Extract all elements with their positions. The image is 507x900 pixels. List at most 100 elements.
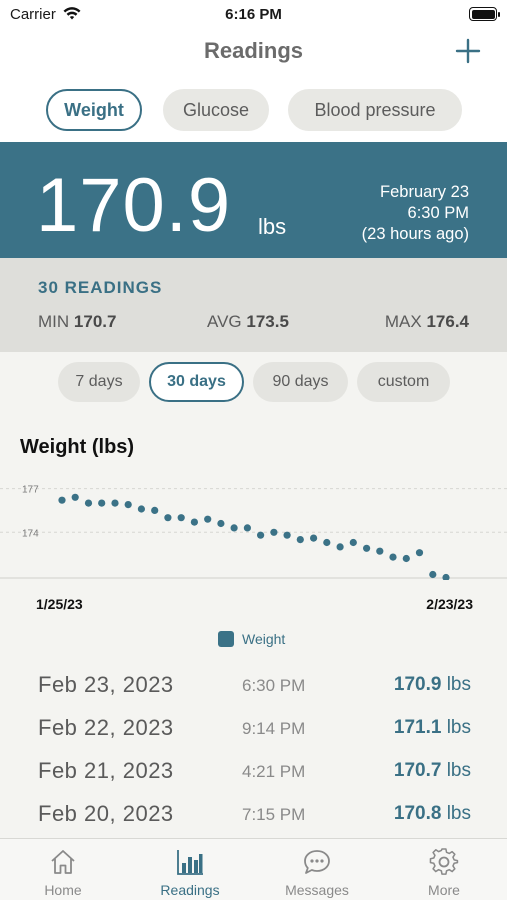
chart-point [137,505,145,513]
reading-date: Feb 20, 2023 [38,801,174,826]
legend-label: Weight [242,631,286,647]
chart-point [111,499,119,507]
chart-point [336,543,344,551]
reading-time: 4:21 PM [242,762,306,781]
chart-point [296,536,304,544]
reading-time: 9:14 PM [242,719,306,738]
chart-point [442,573,450,580]
latest-timestamp: February 23 6:30 PM (23 hours ago) [362,182,469,245]
tab-weight[interactable]: Weight [46,89,142,131]
chart-point [429,570,437,579]
reading-row[interactable]: Feb 22, 2023 9:14 PM 171.1 lbs [0,711,507,754]
chart-point [310,534,318,542]
reading-unit: lbs [446,674,471,695]
reading-number: 170.9 [393,674,442,695]
reading-value: 170.9 lbs [394,674,471,696]
chart-point [151,506,159,514]
tab-readings-label: Readings [160,882,220,898]
chart-point [415,549,424,557]
chart-point [270,528,278,536]
chart-point [204,515,212,523]
stat-min-label: MIN [38,312,70,331]
navigation-bar: Readings [0,30,507,78]
plus-icon [455,38,481,64]
tab-messages-label: Messages [285,882,349,898]
latest-date: February 23 [380,183,469,201]
chart-point [283,531,291,539]
latest-time: 6:30 PM [407,204,469,222]
reading-value: 170.7 lbs [394,760,471,782]
home-icon [51,850,75,874]
stat-min: MIN 170.7 [38,312,116,332]
tab-more[interactable]: More [381,839,507,900]
reading-value: 170.8 lbs [394,803,471,825]
chart-point [190,518,198,526]
stat-min-value: 170.7 [73,312,117,331]
latest-unit: lbs [258,214,287,239]
chart-point [257,531,265,539]
chart-point [363,544,371,552]
tab-more-label: More [428,882,460,898]
reading-row[interactable]: Feb 20, 2023 7:15 PM 170.8 lbs [0,797,507,840]
tab-home-label: Home [44,882,82,898]
reading-unit: lbs [446,717,471,738]
reading-row[interactable]: Feb 21, 2023 4:21 PM 170.7 lbs [0,754,507,797]
reading-type-tabs: Weight Glucose Blood pressure [0,78,507,142]
gear-icon [429,848,459,875]
stat-avg: AVG 173.5 [207,312,289,332]
stat-avg-value: 173.5 [246,312,289,331]
stat-max: MAX 176.4 [385,312,469,332]
reading-date: Feb 21, 2023 [38,758,174,783]
chart-legend: Weight [218,631,285,647]
latest-reading-panel: 170.9 lbs February 23 6:30 PM (23 hours … [0,142,507,258]
chart-point [217,519,225,528]
clock-time: 6:16 PM [225,6,282,23]
tab-messages[interactable]: Messages [254,839,380,900]
legend-swatch [218,631,234,647]
reading-date: Feb 23, 2023 [38,672,174,697]
tab-glucose[interactable]: Glucose [163,89,269,131]
chart-point [243,524,251,532]
battery-icon [469,7,500,21]
reading-value: 171.1 lbs [394,717,471,739]
chart-title: Weight (lbs) [20,436,135,458]
chart-point [323,538,331,547]
chart-start-date: 1/25/23 [36,596,83,612]
tab-blood-pressure[interactable]: Blood pressure [288,89,462,131]
latest-value: 170.9 [36,163,232,248]
status-bar: Carrier 6:16 PM [0,0,507,30]
stat-max-label: MAX [384,312,422,331]
chart-point [389,553,397,561]
tab-readings[interactable]: Readings [127,839,253,900]
chart-point [71,493,79,501]
chart-end-date: 2/23/23 [426,596,473,612]
page-title: Readings [203,38,304,63]
bar-chart-icon [177,850,203,875]
chart-point [84,499,93,507]
y-tick-label: 177 [22,485,39,496]
chart-point [164,514,172,522]
readings-summary: 30 READINGS MIN 170.7 AVG 173.5 MAX 176.… [0,258,507,352]
reading-row[interactable]: Feb 23, 2023 6:30 PM 170.9 lbs [0,668,507,711]
chart-point [349,538,357,547]
range-custom[interactable]: custom [357,362,450,402]
reading-number: 170.7 [393,760,442,781]
chart-point [124,501,132,509]
reading-unit: lbs [446,803,471,824]
stat-max-value: 176.4 [426,312,469,331]
chart-point [58,496,66,504]
add-reading-button[interactable] [453,36,483,66]
reading-number: 171.1 [393,717,442,738]
chart-point [98,499,106,507]
range-7-days[interactable]: 7 days [58,362,140,402]
reading-date: Feb 22, 2023 [38,715,174,740]
tab-home[interactable]: Home [0,839,126,900]
date-range-tabs: 7 days 30 days 90 days custom [0,352,507,414]
stat-avg-label: AVG [207,312,242,331]
range-30-days[interactable]: 30 days [149,362,244,402]
weight-chart: 177 174 [0,485,507,580]
chat-bubble-icon [304,850,330,874]
chart-point [177,514,185,522]
range-90-days[interactable]: 90 days [253,362,348,402]
chart-point [376,547,384,555]
